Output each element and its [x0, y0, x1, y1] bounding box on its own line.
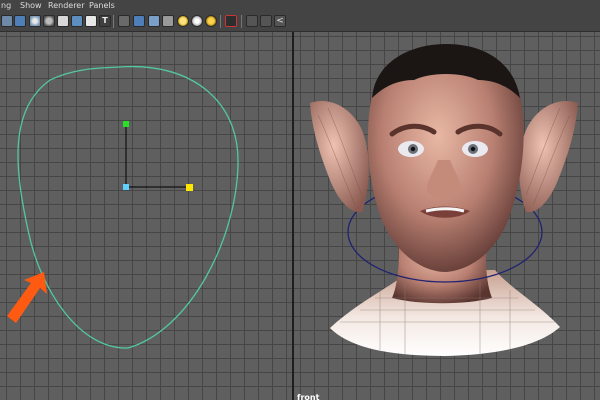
cube-textured-icon[interactable]: [148, 15, 160, 27]
menu-show[interactable]: Show: [20, 0, 42, 12]
viewport-front[interactable]: front: [0, 32, 600, 400]
toolbar-divider: [220, 15, 221, 28]
center-handle: [123, 184, 129, 190]
head-model: [310, 44, 578, 356]
texture-icon[interactable]: [85, 15, 97, 27]
viewport-drawing: [7, 44, 578, 356]
cube-solid-icon[interactable]: [133, 15, 145, 27]
sphere-icon[interactable]: [29, 15, 41, 27]
camera-icon[interactable]: [14, 15, 26, 27]
toolbar-divider: [113, 15, 114, 28]
light-all-icon[interactable]: [191, 15, 203, 27]
text-icon[interactable]: T: [99, 15, 111, 27]
y-axis-handle: [123, 121, 129, 127]
nurbs-curve: [17, 65, 239, 349]
move-manipulator: [123, 121, 193, 191]
menu-bar: ng Show Renderer Panels: [0, 0, 600, 12]
cube-wire-icon[interactable]: [162, 15, 174, 27]
right-ear: [519, 101, 578, 213]
panel-layout-icon[interactable]: [246, 15, 258, 27]
panel-split-icon[interactable]: [260, 15, 272, 27]
image-plane-icon[interactable]: [71, 15, 83, 27]
menu-panels[interactable]: Panels: [89, 0, 115, 12]
menu-lighting[interactable]: ng: [1, 0, 11, 12]
cube-icon[interactable]: [118, 15, 130, 27]
share-icon[interactable]: <: [274, 15, 286, 27]
isolate-icon[interactable]: [225, 15, 237, 27]
xray-icon[interactable]: [57, 15, 69, 27]
sphere-solid-icon[interactable]: [43, 15, 55, 27]
x-axis-handle: [186, 184, 193, 191]
orange-arrow-icon: [7, 272, 47, 323]
toolbar-divider: [241, 15, 242, 28]
light-selected-icon[interactable]: [205, 15, 217, 27]
light-default-icon[interactable]: [177, 15, 189, 27]
panel-toolbar: T <: [0, 12, 600, 32]
grid-icon[interactable]: [1, 15, 13, 27]
menu-renderer[interactable]: Renderer: [48, 0, 85, 12]
camera-label: front: [297, 393, 320, 400]
left-ear: [310, 101, 369, 213]
